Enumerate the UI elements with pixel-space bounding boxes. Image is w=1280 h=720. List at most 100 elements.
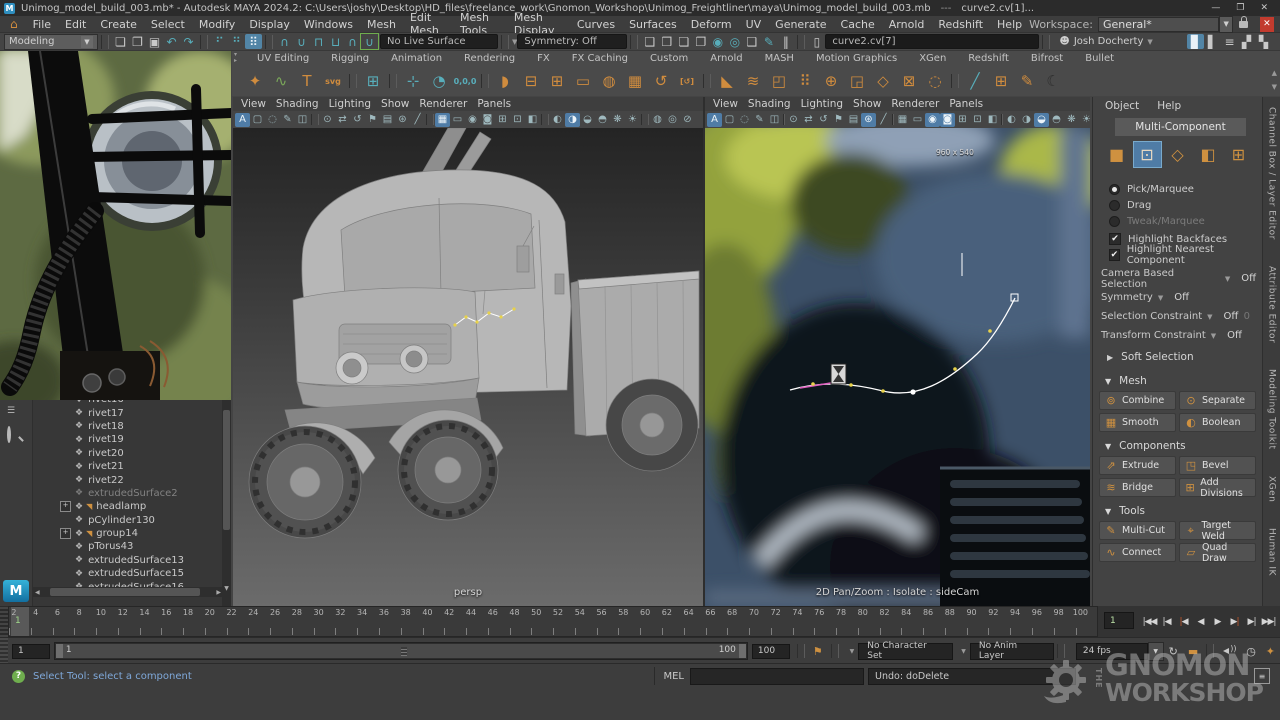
anim-layer-arrow-icon[interactable]: ▼ (961, 648, 966, 655)
occlusion-icon[interactable]: ☀ (625, 113, 640, 127)
live-surface-field[interactable]: No Live Surface (380, 34, 498, 49)
outliner-item-rivet17[interactable]: ❖rivet17 (33, 406, 231, 419)
poly-stack-icon[interactable]: ≋ (740, 69, 766, 93)
zero-transforms-icon[interactable]: 0,0,0 (452, 69, 478, 93)
2d-pan-zoom-icon[interactable]: ⊛ (395, 113, 410, 127)
interactive-playback-icon[interactable]: ◷ (1246, 645, 1256, 658)
fps-arrow-icon[interactable]: ▼ (1148, 642, 1164, 661)
extrude-button[interactable]: ⇗Extrude (1099, 456, 1176, 475)
home-icon[interactable]: ⌂ (10, 17, 18, 31)
menu-modify[interactable]: Modify (199, 18, 235, 31)
viewport-sidecam[interactable]: ViewShadingLightingShowRendererPanels A▢… (705, 97, 1090, 606)
menu-edit[interactable]: Edit (65, 18, 86, 31)
connect-button[interactable]: ∿Connect (1099, 543, 1176, 562)
outliner-item-group14[interactable]: +❖◥group14 (33, 527, 231, 540)
poly-dot-sphere-icon[interactable]: ◌ (922, 69, 948, 93)
outliner-item-rivet22[interactable]: ❖rivet22 (33, 473, 231, 486)
expand-icon[interactable]: + (60, 501, 71, 512)
open-scene-icon[interactable]: ❐ (129, 34, 146, 49)
workspace-arrow-icon[interactable]: ▼ (1219, 16, 1233, 33)
snap-to-view-planes-icon[interactable]: ∩ (344, 34, 361, 49)
grid-icon[interactable]: ▦ (435, 113, 450, 127)
animation-prefs-icon[interactable]: ▬ (1188, 645, 1198, 658)
select-component-icon[interactable]: ⠿ (245, 34, 262, 49)
use-all-lights-icon[interactable]: ◓ (1049, 113, 1064, 127)
timeline-ticks[interactable]: 1 24681012141618202224262830323436384042… (8, 606, 1098, 637)
persp-menu-panels[interactable]: Panels (477, 98, 511, 110)
persp-canvas[interactable]: persp (233, 128, 703, 606)
menu-generate[interactable]: Generate (775, 18, 826, 31)
poly-cluster-icon[interactable]: ⠿ (792, 69, 818, 93)
shelf-menu-icon[interactable]: ▾▸ (234, 52, 237, 64)
safe-title-icon[interactable]: ◧ (985, 113, 1000, 127)
maximize-button[interactable]: ❐ (1236, 3, 1244, 13)
snap-to-points-icon[interactable]: ⊓ (310, 34, 327, 49)
shelf-tab-motion-graphics[interactable]: Motion Graphics (805, 53, 908, 64)
exposure-icon[interactable]: ⊘ (680, 113, 695, 127)
dotted-pen-icon[interactable]: ✎ (1014, 69, 1040, 93)
poly-layers-icon[interactable]: ⊟ (518, 69, 544, 93)
outliner-item-rivet20[interactable]: ❖rivet20 (33, 447, 231, 460)
tab-channel-box-layer-editor[interactable]: Channel Box / Layer Editor (1267, 107, 1277, 240)
swirl-icon[interactable]: ☾ (1040, 69, 1066, 93)
poly-crescent-icon[interactable]: ◗ (492, 69, 518, 93)
outliner-item-rivet19[interactable]: ❖rivet19 (33, 433, 231, 446)
audio-icon[interactable] (1223, 646, 1235, 656)
render-current-frame-icon[interactable]: ❒ (658, 34, 675, 49)
menu-create[interactable]: Create (100, 18, 137, 31)
center-pivot-icon[interactable]: ⊹ (400, 69, 426, 93)
textured-icon[interactable]: ◒ (580, 113, 595, 127)
sidecam-menu-view[interactable]: View (713, 98, 738, 110)
menu-select[interactable]: Select (151, 18, 185, 31)
shelf-tab-fx[interactable]: FX (526, 53, 561, 64)
menu-deform[interactable]: Deform (691, 18, 732, 31)
render-settings-icon[interactable]: ❐ (692, 34, 709, 49)
shelf-tab-mash[interactable]: MASH (754, 53, 805, 64)
outliner-item-pcylinder130[interactable]: ❖pCylinder130 (33, 514, 231, 527)
roll-tool-icon[interactable]: ↺ (816, 113, 831, 127)
toolkit-menu-help[interactable]: Help (1157, 100, 1181, 112)
lasso-icon[interactable]: ◌ (265, 113, 280, 127)
selection-highlight-icon[interactable]: A (707, 113, 722, 127)
range-grip[interactable] (0, 638, 8, 664)
poly-rotate-icon[interactable]: ↺ (648, 69, 674, 93)
go-to-end-button[interactable]: ▶▶| (1261, 613, 1276, 631)
poly-xbox-icon[interactable]: ⊠ (896, 69, 922, 93)
menu-set-dropdown[interactable]: Modeling▼ (4, 34, 98, 50)
outliner-item-extrudedsurface13[interactable]: ❖extrudedSurface13 (33, 554, 231, 567)
section-header-tools[interactable]: ▼Tools (1099, 503, 1256, 519)
sidecam-menu-renderer[interactable]: Renderer (891, 98, 939, 110)
shadows-icon[interactable]: ❋ (610, 113, 625, 127)
quad-draw-button[interactable]: ▱Quad Draw (1179, 543, 1256, 562)
bridge-button[interactable]: ≋Bridge (1099, 478, 1176, 497)
add-divisions-button[interactable]: ⊞Add Divisions (1179, 478, 1256, 497)
render-flags-icon[interactable]: ❑ (743, 34, 760, 49)
sidecam-canvas[interactable]: 960 x 540 2D Pan/Zoom : Isolate : sideCa… (705, 128, 1090, 606)
poly-sphere-pair-icon[interactable]: ◍ (596, 69, 622, 93)
menu-redshift[interactable]: Redshift (938, 18, 983, 31)
2d-pan-zoom-icon[interactable]: ⊛ (861, 113, 876, 127)
shelf-tab-bifrost[interactable]: Bifrost (1020, 53, 1074, 64)
persp-menu-renderer[interactable]: Renderer (419, 98, 467, 110)
shelf-tab-arnold[interactable]: Arnold (699, 53, 753, 64)
marquee-icon[interactable]: ▢ (250, 113, 265, 127)
range-end-handle[interactable] (739, 644, 746, 658)
multi-component-mode-icon[interactable]: ⊞ (1225, 142, 1252, 167)
range-slider[interactable]: 1 100 (54, 642, 748, 660)
shelf-tab-rendering[interactable]: Rendering (453, 53, 526, 64)
dropdown-selection-constraint[interactable]: Selection Constraint▼Off0 (1099, 307, 1256, 326)
marquee-icon[interactable]: ▢ (722, 113, 737, 127)
shelf-tab-xgen[interactable]: XGen (908, 53, 957, 64)
shaded-icon[interactable]: ◑ (565, 113, 580, 127)
grid-icon[interactable]: ▦ (895, 113, 910, 127)
dropdown-transform-constraint[interactable]: Transform Constraint▼Off (1099, 326, 1256, 345)
redo-icon[interactable]: ↷ (180, 34, 197, 49)
shelf-tab-uv-editing[interactable]: UV Editing (246, 53, 320, 64)
play-backwards-button[interactable]: ◀ (1193, 613, 1208, 631)
save-scene-icon[interactable]: ▣ (146, 34, 163, 49)
sidecam-menu-shading[interactable]: Shading (748, 98, 791, 110)
outliner-hscrollbar[interactable]: ◀▶ (33, 587, 223, 597)
dropdown-symmetry[interactable]: Symmetry▼Off (1099, 288, 1256, 307)
new-scene-icon[interactable]: ❏ (112, 34, 129, 49)
play-forwards-button[interactable]: ▶ (1210, 613, 1225, 631)
